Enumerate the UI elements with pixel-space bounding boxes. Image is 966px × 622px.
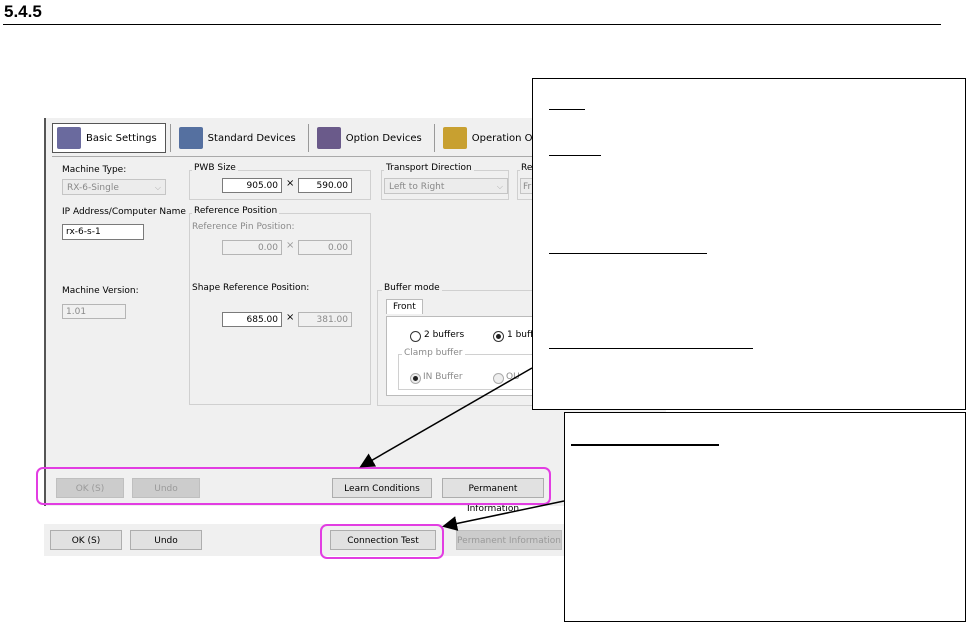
callout-arrows [359,367,565,531]
arrow-to-button-row [359,367,533,468]
arrow-to-connection-test [442,500,565,531]
